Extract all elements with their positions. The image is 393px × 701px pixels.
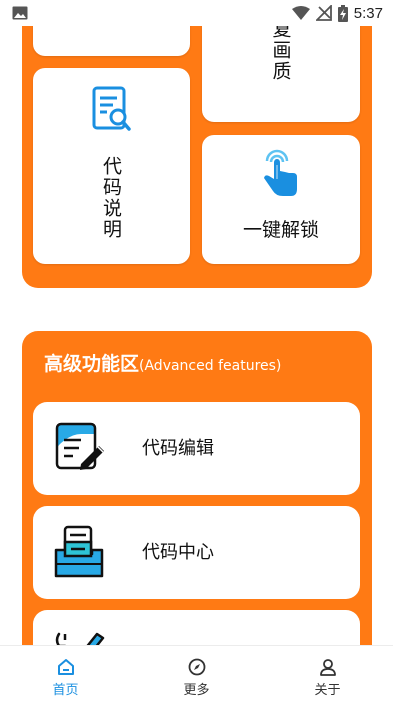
advanced-section-title: 高级功能区(Advanced features)	[44, 349, 281, 376]
wifi-icon	[291, 6, 310, 20]
main-scroll-area[interactable]: ▬ ▬ ▬ 修复画质 代码说明	[0, 0, 393, 645]
nav-home[interactable]: 首页	[11, 646, 121, 698]
one-click-unlock-card[interactable]: 一键解锁	[202, 135, 360, 264]
battery-charging-icon	[337, 4, 348, 22]
tools-icon	[55, 632, 105, 645]
signal-off-icon	[315, 5, 332, 21]
home-icon	[57, 659, 74, 675]
document-search-icon	[92, 86, 131, 131]
nav-home-label: 首页	[52, 683, 79, 698]
code-edit-icon	[55, 422, 104, 470]
basic-features-panel: ▬ ▬ ▬ 修复画质 代码说明	[22, 0, 372, 288]
nav-about-label: 关于	[314, 683, 341, 698]
bottom-navigation: 首页 更多 关于	[0, 645, 393, 701]
nav-more-label: 更多	[183, 683, 210, 698]
code-edit-item[interactable]: 代码编辑	[33, 402, 360, 495]
code-explain-label: 代码说明	[100, 156, 122, 240]
nav-about[interactable]: 关于	[273, 646, 383, 698]
tap-hand-icon	[264, 149, 297, 196]
code-center-label: 代码中心	[142, 542, 214, 563]
advanced-features-panel: 高级功能区(Advanced features) 代码编辑 代码中心	[22, 331, 372, 645]
nav-more[interactable]: 更多	[142, 646, 252, 698]
tools-item[interactable]	[33, 610, 360, 645]
code-edit-label: 代码编辑	[142, 438, 214, 459]
code-center-item[interactable]: 代码中心	[33, 506, 360, 599]
advanced-subtitle-text: (Advanced features)	[139, 358, 282, 374]
code-explain-card[interactable]: 代码说明	[33, 68, 190, 264]
status-time: 5:37	[353, 4, 383, 22]
gallery-notification-icon	[12, 6, 28, 20]
one-click-unlock-label: 一键解锁	[242, 219, 319, 241]
status-bar: 5:37	[0, 0, 393, 26]
person-icon	[319, 659, 336, 676]
compass-icon	[188, 658, 205, 676]
code-center-icon	[54, 525, 104, 578]
advanced-title-text: 高级功能区	[44, 353, 140, 375]
